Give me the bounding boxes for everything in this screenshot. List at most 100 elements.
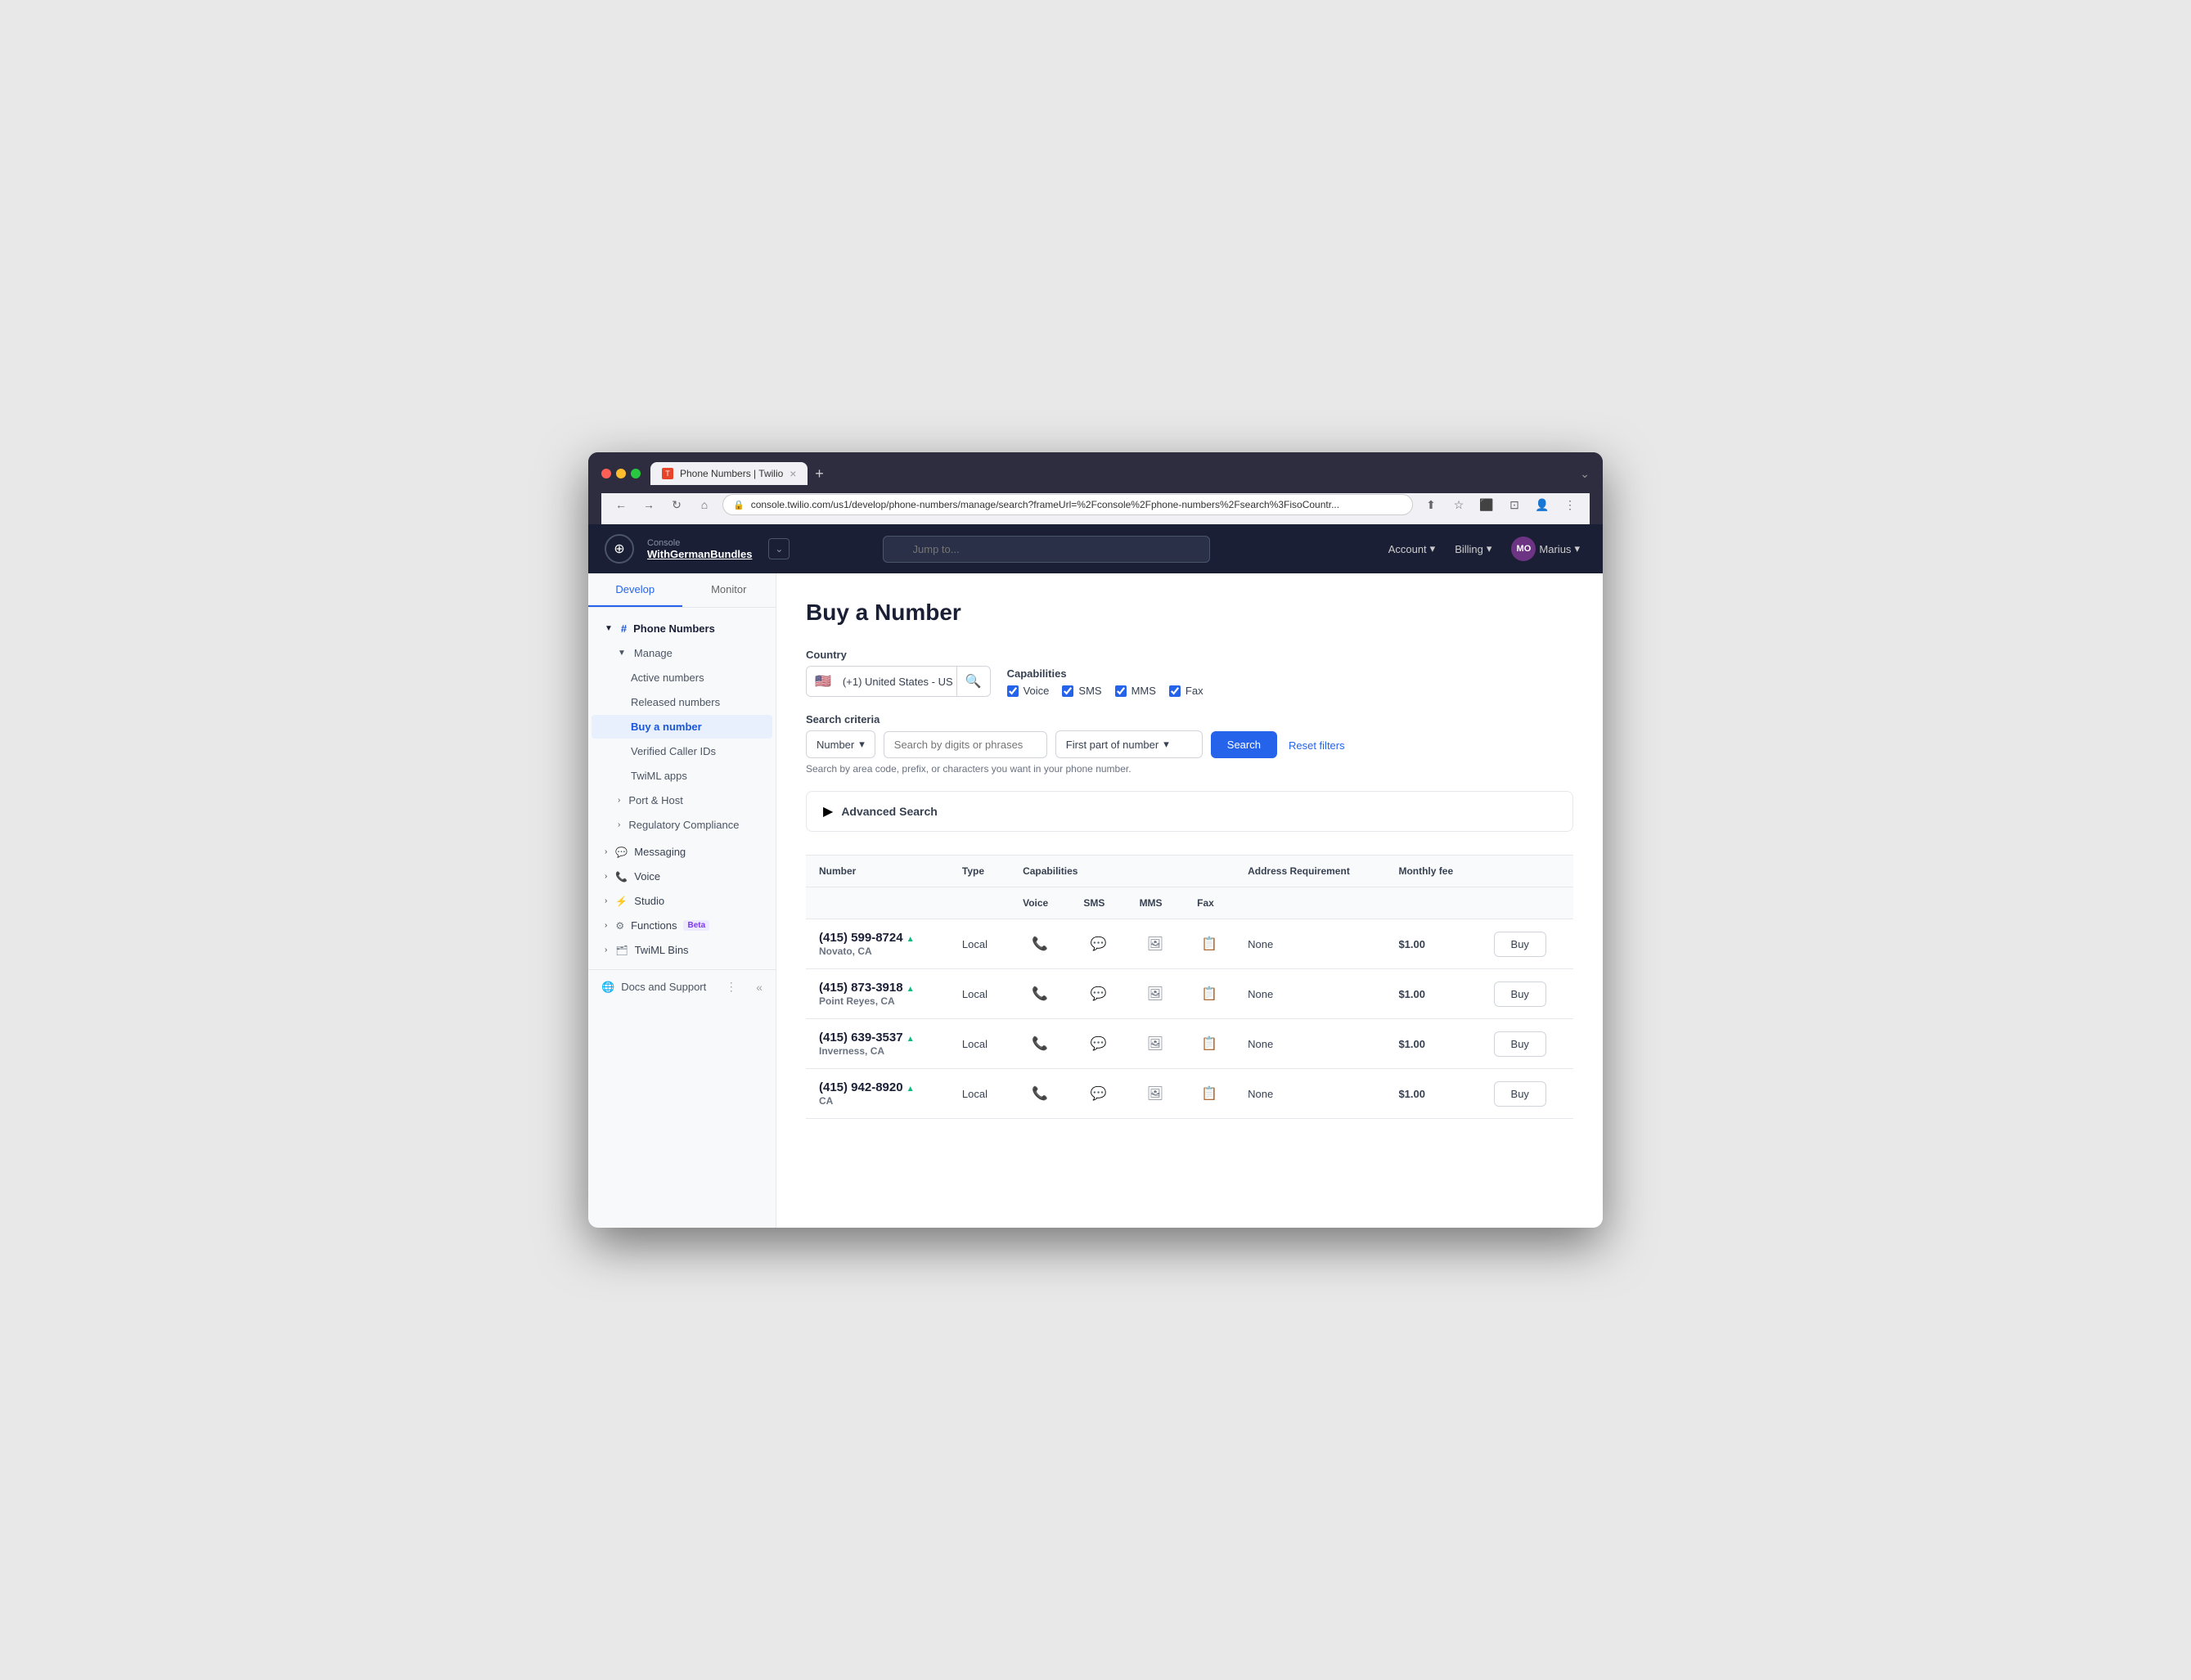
sidebar-item-active-numbers[interactable]: Active numbers	[592, 666, 772, 690]
nav-logo[interactable]: ⊕	[605, 534, 634, 564]
mms-cap-icon-1: 🖼	[1140, 986, 1172, 1002]
profile-btn[interactable]: 👤	[1531, 493, 1554, 516]
search-button[interactable]: Search	[1211, 731, 1277, 758]
cap-voice-item[interactable]: Voice	[1007, 685, 1050, 697]
account-dropdown-btn[interactable]: ⌄	[768, 538, 790, 559]
match-select[interactable]: First part of number ▾	[1055, 730, 1203, 758]
table-header: Number Type Capabilities Address Require…	[806, 856, 1573, 919]
back-btn[interactable]: ←	[610, 493, 632, 516]
search-text-input[interactable]	[884, 731, 1047, 758]
billing-menu-btn[interactable]: Billing ▾	[1448, 539, 1498, 559]
sidebar-nav: ▼ # Phone Numbers ▼ Manage Active number…	[588, 608, 776, 969]
sidebar-item-twiml-apps[interactable]: TwiML apps	[592, 764, 772, 788]
advanced-search-panel[interactable]: ▶ Advanced Search	[806, 791, 1573, 832]
account-chevron: ▾	[1430, 542, 1436, 555]
cap-mms-item[interactable]: MMS	[1115, 685, 1156, 697]
th-sms: SMS	[1070, 887, 1126, 919]
cell-sms-0: 💬	[1070, 919, 1126, 969]
sidebar-footer[interactable]: 🌐 Docs and Support ⋮ «	[588, 969, 776, 1004]
cap-sms-checkbox[interactable]	[1062, 685, 1073, 697]
sidebar-item-messaging[interactable]: › 💬 Messaging	[592, 840, 772, 864]
global-search-input[interactable]	[883, 536, 1210, 563]
sidebar-item-voice[interactable]: › 📞 Voice	[592, 865, 772, 888]
sidebar-item-regulatory[interactable]: › Regulatory Compliance	[592, 813, 772, 837]
sidebar-item-functions[interactable]: › ⚙ Functions Beta	[592, 914, 772, 937]
nav-search: 🔍	[883, 536, 1210, 563]
buy-button-1[interactable]: Buy	[1494, 981, 1546, 1007]
buy-button-0[interactable]: Buy	[1494, 932, 1546, 957]
minimize-traffic-light[interactable]	[616, 469, 626, 478]
voice-cap-icon-1: 📞	[1023, 986, 1057, 1002]
tab-title: Phone Numbers | Twilio	[680, 468, 783, 479]
sidebar-item-port-host[interactable]: › Port & Host	[592, 788, 772, 812]
cap-sms-label: SMS	[1078, 685, 1101, 697]
country-value: (+1) United States - US	[839, 669, 956, 694]
sidebar-item-studio[interactable]: › ⚡ Studio	[592, 889, 772, 913]
maximize-traffic-light[interactable]	[631, 469, 641, 478]
regulatory-label: Regulatory Compliance	[628, 819, 739, 831]
phone-location-2: Inverness, CA	[819, 1045, 884, 1057]
cell-voice-3: 📞	[1010, 1069, 1070, 1119]
account-menu-btn[interactable]: Account ▾	[1382, 539, 1442, 559]
sidebar-item-manage[interactable]: ▼ Manage	[592, 641, 772, 665]
tab-monitor[interactable]: Monitor	[682, 573, 776, 607]
cell-number-3: (415) 942-8920 ▲ CA	[806, 1069, 949, 1119]
phone-location-3: CA	[819, 1095, 833, 1107]
split-btn[interactable]: ⊡	[1503, 493, 1526, 516]
sidebar-item-released-numbers[interactable]: Released numbers	[592, 690, 772, 714]
country-group: Country 🇺🇸 (+1) United States - US 🔍	[806, 649, 991, 697]
share-btn[interactable]: ⬆	[1419, 493, 1442, 516]
sidebar-item-buy-number[interactable]: Buy a number	[592, 715, 772, 739]
more-options-btn[interactable]: ⋮	[726, 980, 737, 994]
criteria-select[interactable]: Number ▾	[806, 730, 875, 758]
extensions-btn[interactable]: ⬛	[1475, 493, 1498, 516]
home-btn[interactable]: ⌂	[693, 493, 716, 516]
sidebar-collapse-btn[interactable]: «	[756, 981, 763, 994]
tab-develop[interactable]: Develop	[588, 573, 682, 607]
more-btn[interactable]: ⋮	[1559, 493, 1581, 516]
cell-voice-2: 📞	[1010, 1019, 1070, 1069]
cell-address-2: None	[1235, 1019, 1385, 1069]
th-action	[1481, 856, 1573, 887]
reload-btn[interactable]: ↻	[665, 493, 688, 516]
country-selector[interactable]: 🇺🇸 (+1) United States - US 🔍	[806, 666, 991, 697]
buy-button-3[interactable]: Buy	[1494, 1081, 1546, 1107]
cap-sms-item[interactable]: SMS	[1062, 685, 1101, 697]
th-mms: MMS	[1127, 887, 1185, 919]
messaging-label: Messaging	[634, 846, 686, 858]
cell-fee-0: $1.00	[1385, 919, 1480, 969]
cap-fax-checkbox[interactable]	[1169, 685, 1181, 697]
sidebar-item-verified-caller-ids[interactable]: Verified Caller IDs	[592, 739, 772, 763]
cell-number-1: (415) 873-3918 ▲ Point Reyes, CA	[806, 969, 949, 1019]
address-bar[interactable]: 🔒 console.twilio.com/us1/develop/phone-n…	[722, 494, 1413, 515]
new-tab-btn[interactable]: +	[808, 462, 830, 485]
th-empty4	[1385, 887, 1480, 919]
country-search-icon[interactable]: 🔍	[956, 667, 990, 696]
bookmark-btn[interactable]: ☆	[1447, 493, 1470, 516]
criteria-value: Number	[817, 739, 854, 751]
phone-hash-icon: #	[621, 622, 627, 635]
cap-fax-item[interactable]: Fax	[1169, 685, 1203, 697]
cap-voice-checkbox[interactable]	[1007, 685, 1019, 697]
cell-sms-2: 💬	[1070, 1019, 1126, 1069]
top-navbar: ⊕ Console WithGermanBundles ⌄ 🔍 Account …	[588, 524, 1603, 573]
buy-button-2[interactable]: Buy	[1494, 1031, 1546, 1057]
main-layout: Develop Monitor ▼ # Phone Numbers ▼ Mana…	[588, 573, 1603, 1228]
account-name[interactable]: WithGermanBundles	[647, 548, 752, 560]
tab-close-btn[interactable]: ×	[790, 467, 796, 480]
active-tab[interactable]: T Phone Numbers | Twilio ×	[650, 462, 808, 485]
search-criteria-row: Number ▾ First part of number ▾ Search R…	[806, 730, 1573, 758]
forward-btn[interactable]: →	[637, 493, 660, 516]
studio-collapse-icon: ›	[605, 896, 607, 905]
reset-filters-link[interactable]: Reset filters	[1285, 733, 1348, 758]
cell-buy-1: Buy	[1481, 969, 1573, 1019]
sidebar-item-twiml-bins[interactable]: › 🗂 TwiML Bins	[592, 938, 772, 962]
cap-mms-checkbox[interactable]	[1115, 685, 1127, 697]
twiml-collapse-icon: ›	[605, 946, 607, 955]
studio-icon: ⚡	[615, 896, 628, 907]
close-traffic-light[interactable]	[601, 469, 611, 478]
sidebar-item-phone-numbers[interactable]: ▼ # Phone Numbers	[592, 617, 772, 640]
tab-dropdown-btn[interactable]: ⌄	[1580, 467, 1590, 481]
mms-cap-icon-3: 🖼	[1140, 1085, 1172, 1102]
user-menu-btn[interactable]: MO Marius ▾	[1505, 533, 1586, 564]
